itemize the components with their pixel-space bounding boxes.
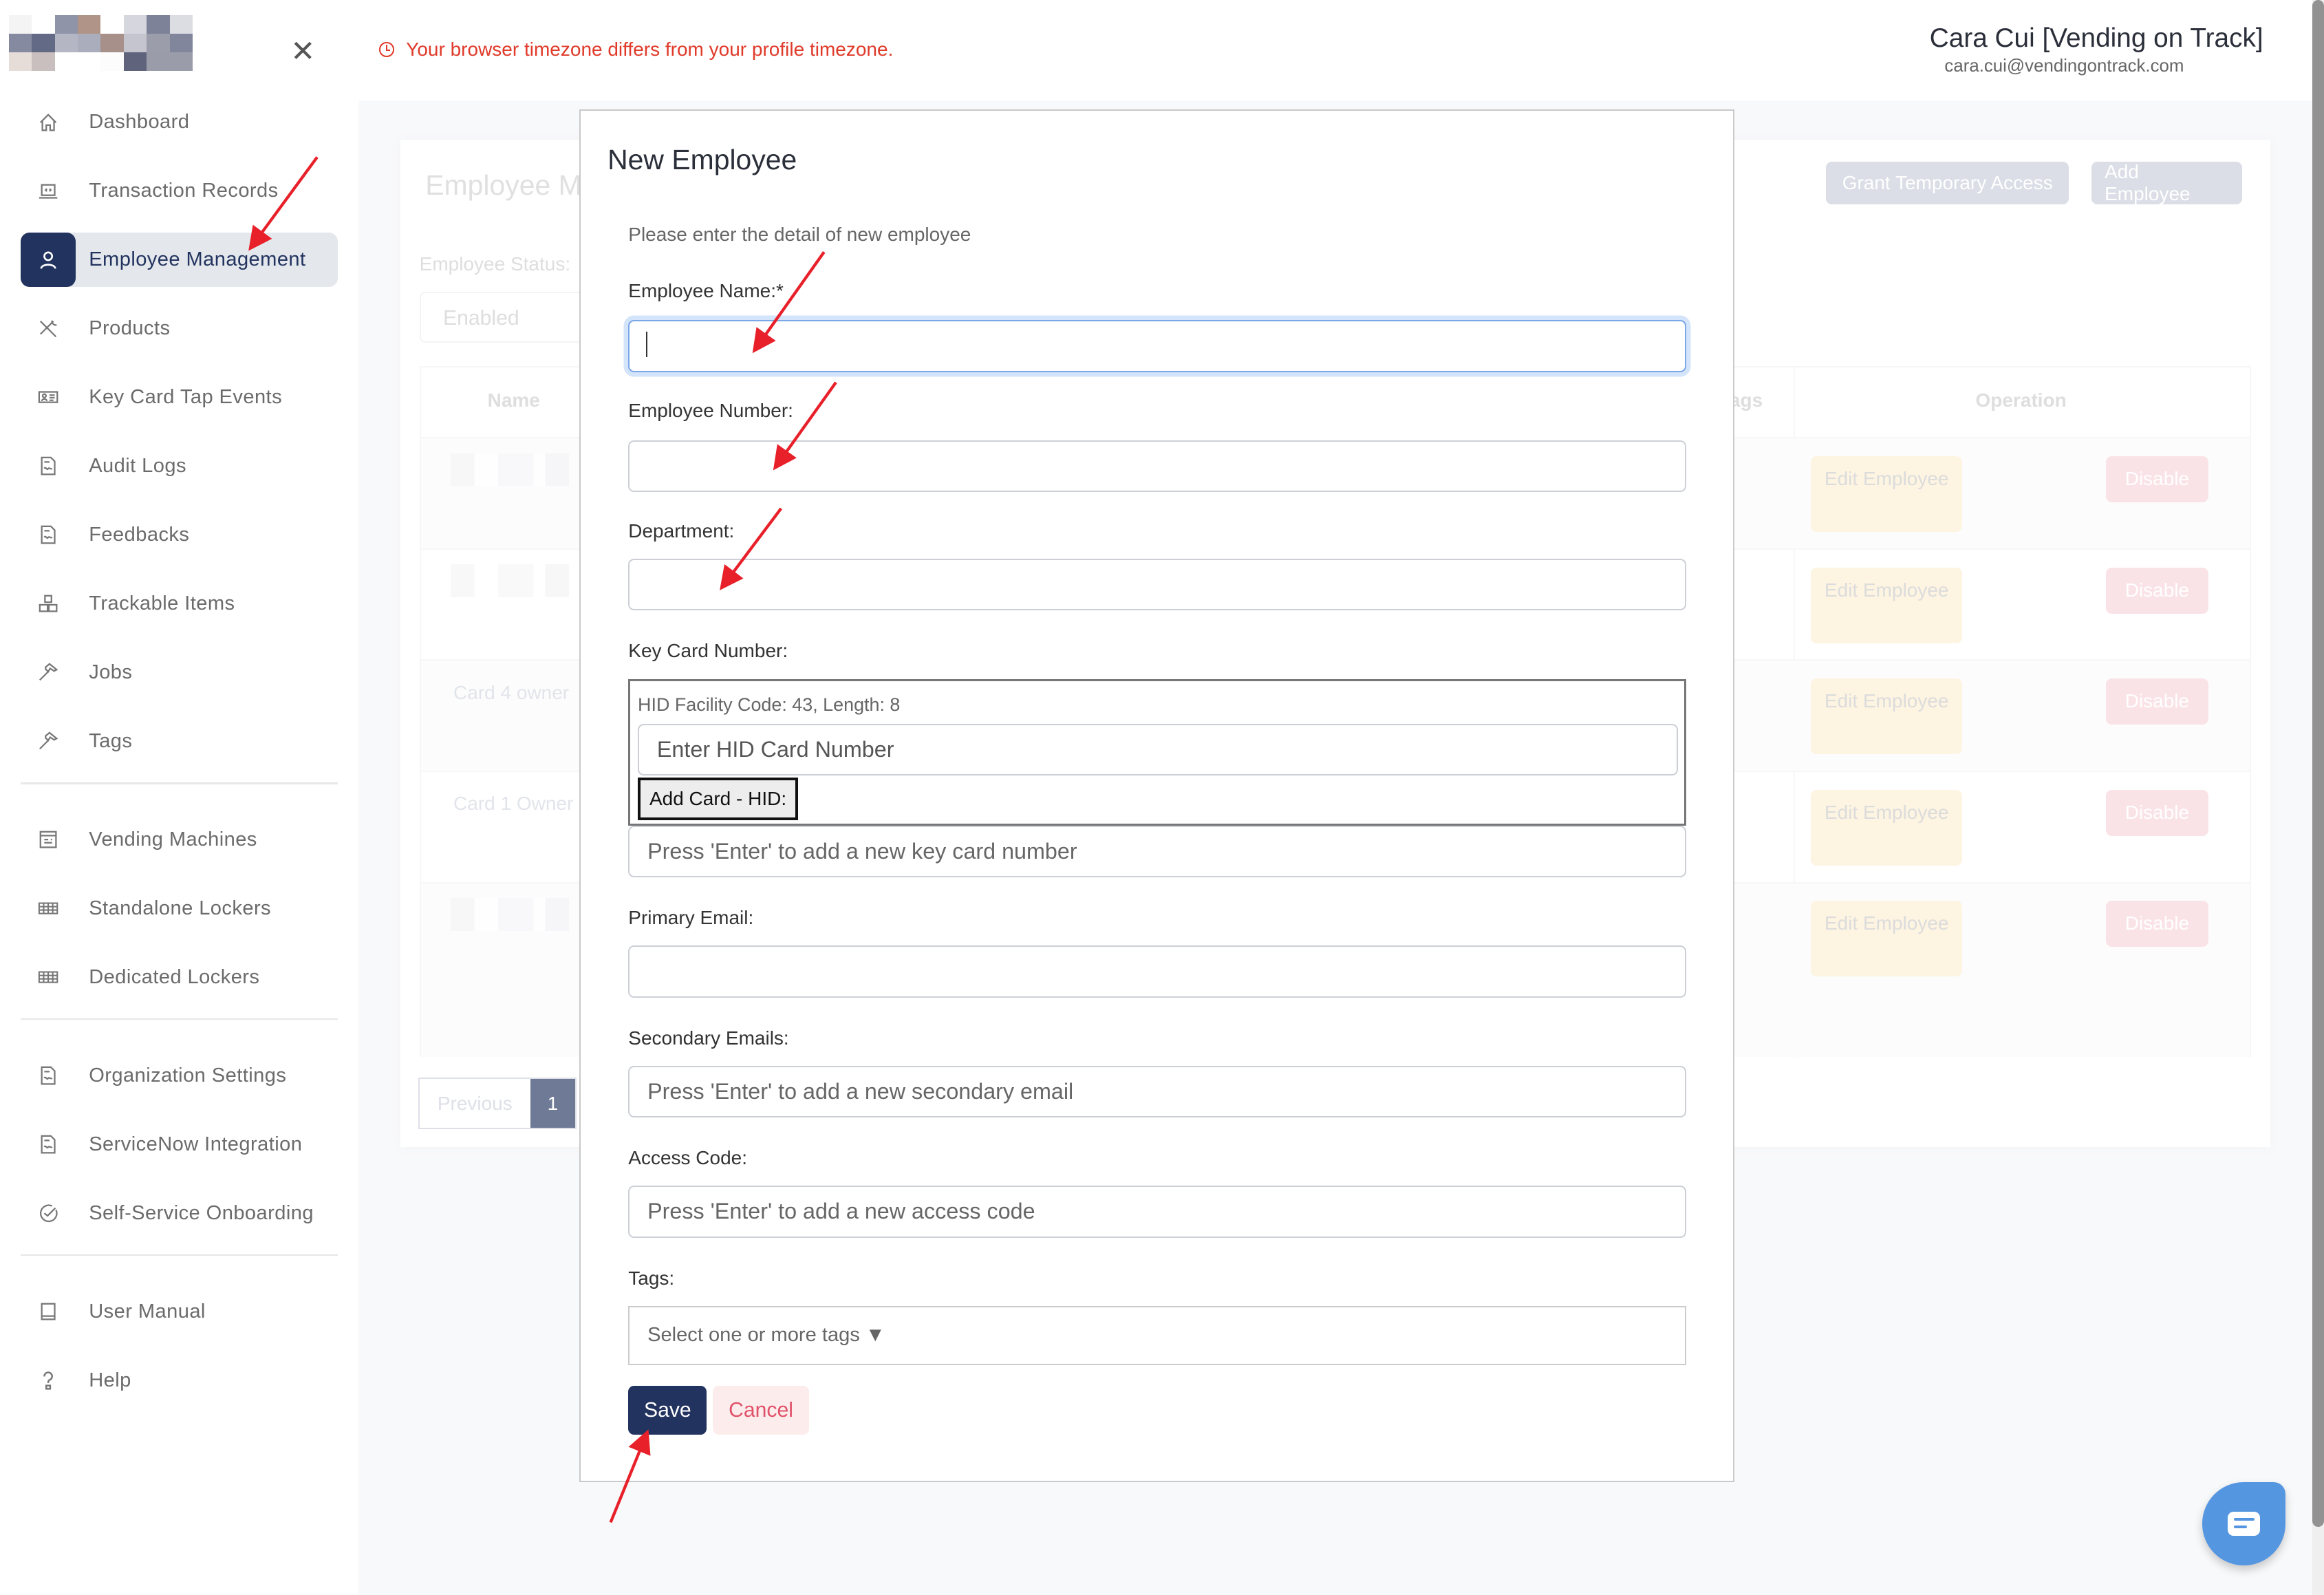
app-root: ✕ Dashboard Transaction Records Employee…	[0, 0, 2324, 1595]
sidebar-item-label: Transaction Records	[89, 180, 279, 202]
user-name[interactable]: Cara Cui [Vending on Track]	[1930, 23, 2263, 54]
document-signature-icon	[21, 1117, 76, 1172]
grid-icon	[21, 881, 76, 936]
sidebar-item-employee-management[interactable]: Employee Management	[21, 232, 338, 288]
department-label: Department:	[628, 520, 735, 542]
hammer-icon	[21, 714, 76, 769]
primary-email-input[interactable]	[628, 945, 1687, 998]
sidebar-item-servicenow-integration[interactable]: ServiceNow Integration	[21, 1117, 338, 1172]
chat-launcher-button[interactable]	[2202, 1482, 2285, 1565]
modal-title: New Employee	[607, 143, 797, 175]
sidebar-item-label: Tags	[89, 729, 133, 752]
page-scrollbar[interactable]	[2312, 0, 2324, 1595]
vending-machine-icon	[21, 812, 76, 867]
new-employee-modal: New Employee Please enter the detail of …	[579, 109, 1734, 1483]
book-icon	[21, 1284, 76, 1339]
sidebar-item-label: Self-Service Onboarding	[89, 1201, 314, 1224]
secondary-emails-label: Secondary Emails:	[628, 1027, 789, 1049]
sidebar-item-vending-machines[interactable]: Vending Machines	[21, 812, 338, 867]
sidebar-item-self-service-onboarding[interactable]: Self-Service Onboarding	[21, 1186, 338, 1241]
sidebar-item-label: Jobs	[89, 661, 133, 683]
employee-name-input[interactable]	[628, 320, 1687, 372]
id-card-icon	[21, 370, 76, 425]
sidebar-item-label: Products	[89, 317, 171, 340]
modal-subtitle: Please enter the detail of new employee	[628, 224, 971, 246]
sidebar-item-products[interactable]: Products	[21, 301, 338, 356]
hid-facility-info: HID Facility Code: 43, Length: 8	[638, 694, 901, 715]
question-icon	[21, 1353, 76, 1408]
primary-email-label: Primary Email:	[628, 907, 754, 929]
tools-icon	[21, 301, 76, 356]
grid-icon	[21, 950, 76, 1005]
sidebar-item-label: Vending Machines	[89, 828, 257, 850]
hid-card-number-input[interactable]	[638, 723, 1679, 776]
employee-name-label: Employee Name:*	[628, 279, 784, 301]
sidebar-item-label: User Manual	[89, 1300, 206, 1323]
key-card-number-input[interactable]	[628, 825, 1687, 878]
access-code-label: Access Code:	[628, 1147, 748, 1169]
tags-multiselect[interactable]: Select one or more tags ▼	[628, 1305, 1687, 1365]
user-icon	[21, 232, 76, 288]
sidebar-item-label: Feedbacks	[89, 523, 190, 546]
sidebar-item-feedbacks[interactable]: Feedbacks	[21, 508, 338, 563]
access-code-input[interactable]	[628, 1186, 1687, 1238]
employee-number-input[interactable]	[628, 440, 1687, 493]
sidebar-item-user-manual[interactable]: User Manual	[21, 1284, 338, 1339]
sidebar-item-label: ServiceNow Integration	[89, 1133, 303, 1155]
close-sidebar-icon[interactable]: ✕	[290, 36, 315, 67]
sidebar-item-label: Organization Settings	[89, 1064, 287, 1086]
sidebar-item-organization-settings[interactable]: Organization Settings	[21, 1048, 338, 1103]
sidebar-item-label: Audit Logs	[89, 454, 186, 477]
sidebar-item-dashboard[interactable]: Dashboard	[21, 95, 338, 150]
top-header: Your browser timezone differs from your …	[358, 0, 2312, 101]
sidebar-item-label: Dashboard	[89, 111, 190, 133]
document-signature-icon	[21, 508, 76, 563]
tags-label: Tags:	[628, 1267, 675, 1289]
check-circle-icon	[21, 1186, 76, 1241]
sidebar-item-help[interactable]: Help	[21, 1353, 338, 1408]
key-card-number-label: Key Card Number:	[628, 640, 788, 662]
sidebar-item-label: Dedicated Lockers	[89, 965, 260, 988]
sidebar-item-key-card-tap-events[interactable]: Key Card Tap Events	[21, 370, 338, 425]
sidebar-item-transaction-records[interactable]: Transaction Records	[21, 164, 338, 219]
org-logo-pixelated	[8, 14, 193, 72]
timezone-warning-text: Your browser timezone differs from your …	[406, 39, 894, 60]
text-caret	[646, 332, 648, 357]
sidebar-item-label: Help	[89, 1369, 131, 1391]
department-input[interactable]	[628, 559, 1687, 611]
sidebar-nav: Dashboard Transaction Records Employee M…	[21, 95, 338, 1422]
chat-message-icon	[2227, 1512, 2261, 1536]
timezone-warning: Your browser timezone differs from your …	[379, 39, 893, 61]
home-icon	[21, 95, 76, 150]
sidebar-item-tags[interactable]: Tags	[21, 714, 338, 769]
sidebar: ✕ Dashboard Transaction Records Employee…	[0, 0, 359, 1595]
document-signature-icon	[21, 1048, 76, 1103]
sidebar-divider	[21, 782, 338, 784]
clock-icon	[379, 42, 395, 57]
sidebar-item-label: Key Card Tap Events	[89, 386, 283, 409]
sidebar-item-trackable-items[interactable]: Trackable Items	[21, 577, 338, 632]
sidebar-item-jobs[interactable]: Jobs	[21, 645, 338, 700]
sidebar-item-dedicated-lockers[interactable]: Dedicated Lockers	[21, 950, 338, 1005]
sidebar-divider	[21, 1018, 338, 1020]
document-signature-icon	[21, 439, 76, 494]
employee-number-label: Employee Number:	[628, 400, 793, 422]
cancel-button[interactable]: Cancel	[713, 1386, 810, 1435]
secondary-emails-input[interactable]	[628, 1065, 1687, 1118]
sidebar-divider	[21, 1254, 338, 1256]
sidebar-item-standalone-lockers[interactable]: Standalone Lockers	[21, 881, 338, 936]
hid-card-entry-panel: HID Facility Code: 43, Length: 8 Add Car…	[628, 678, 1687, 826]
sidebar-item-audit-logs[interactable]: Audit Logs	[21, 439, 338, 494]
add-card-hid-button[interactable]: Add Card - HID:	[638, 777, 799, 820]
save-button[interactable]: Save	[628, 1386, 707, 1435]
sidebar-item-label: Trackable Items	[89, 592, 235, 614]
sidebar-item-label: Employee Management	[89, 248, 306, 271]
hammer-icon	[21, 645, 76, 700]
scrollbar-thumb[interactable]	[2312, 0, 2324, 1527]
sidebar-item-label: Standalone Lockers	[89, 897, 272, 919]
boxes-icon	[21, 577, 76, 632]
user-email: cara.cui@vendingontrack.com	[1944, 56, 2184, 76]
laptop-code-icon	[21, 164, 76, 219]
